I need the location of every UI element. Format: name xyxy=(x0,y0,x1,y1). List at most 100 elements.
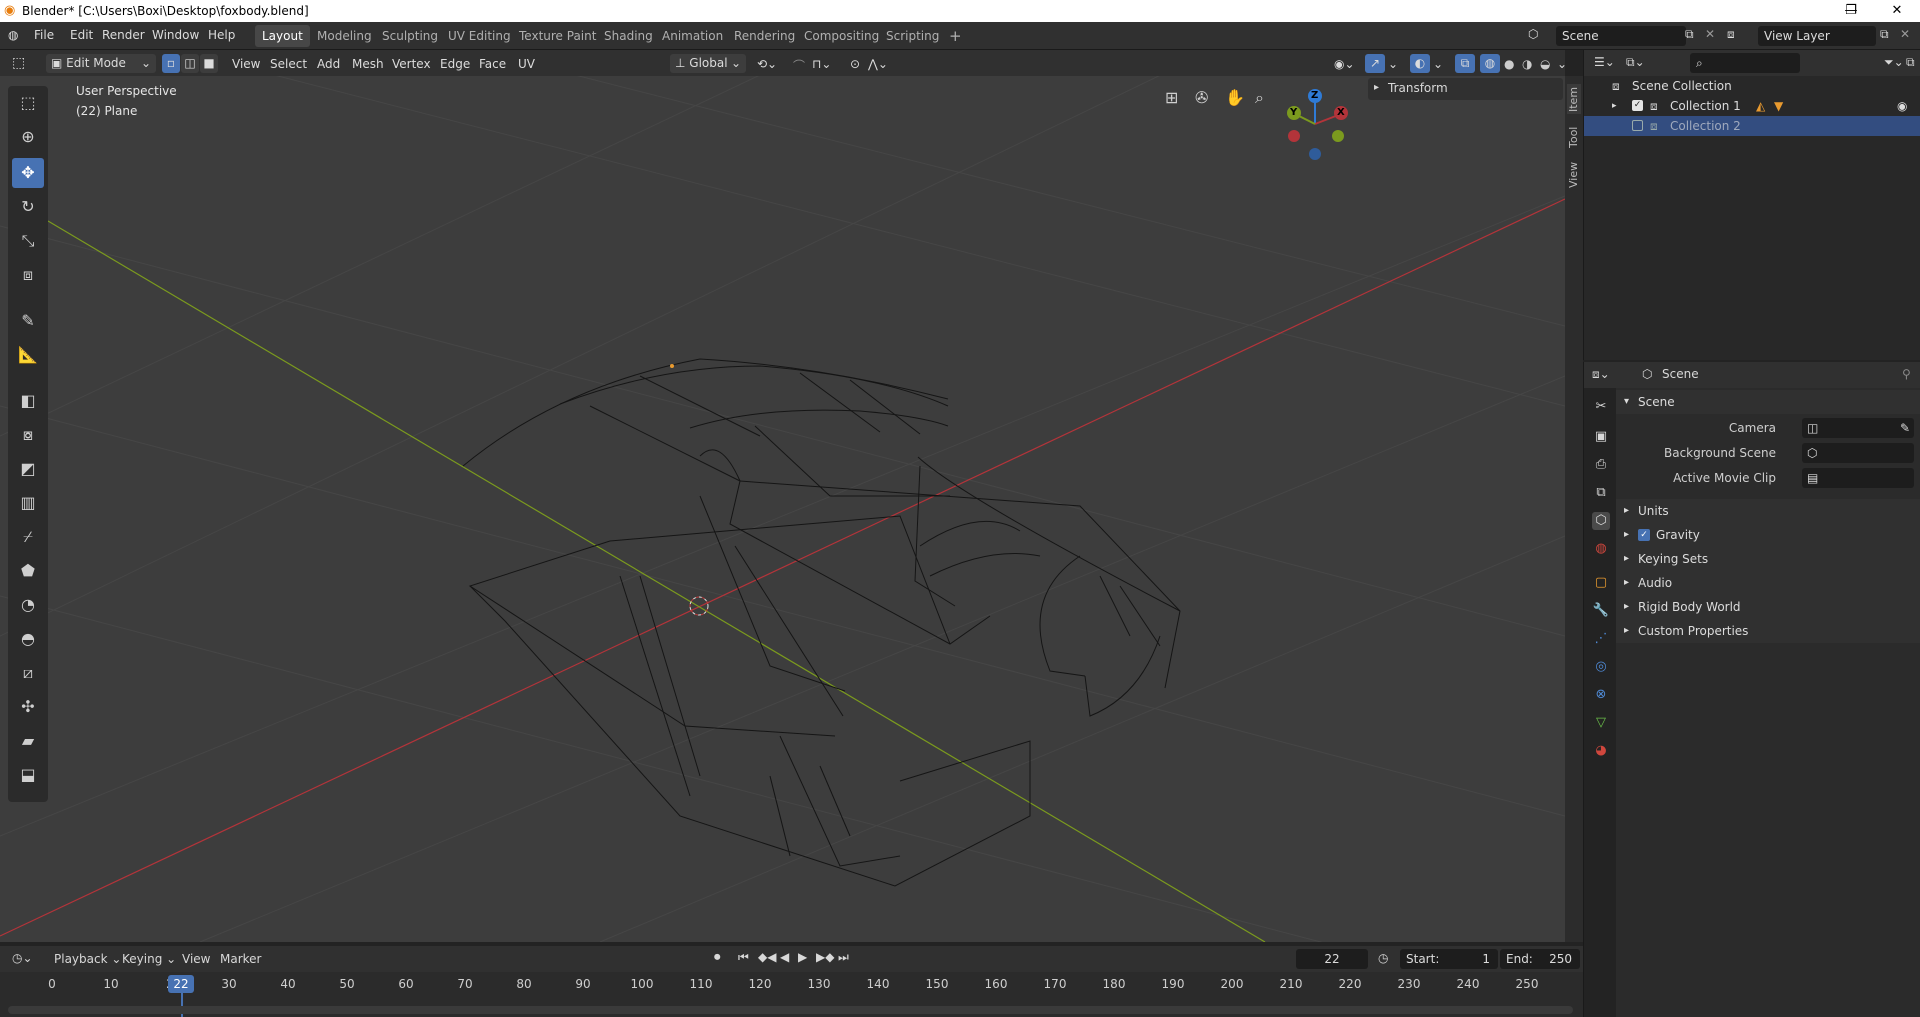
tab-animation[interactable]: Animation xyxy=(655,25,730,47)
tab-layout[interactable]: Layout xyxy=(255,25,310,47)
transform-tool-icon[interactable]: ⧈ xyxy=(12,260,44,290)
rip-region-tool-icon[interactable]: ⬓ xyxy=(12,760,44,790)
render-tab-icon[interactable]: ▣ xyxy=(1592,428,1610,446)
extrude-tool-icon[interactable]: ◧ xyxy=(12,386,44,416)
shear-tool-icon[interactable]: ▰ xyxy=(12,726,44,756)
preview-range-icon[interactable]: ◷ xyxy=(1378,951,1388,965)
menu-render[interactable]: Render xyxy=(102,28,145,42)
3d-viewport[interactable]: User Perspective (22) Plane ⊞ ✇ ✋ ⌕ Z X … xyxy=(0,76,1565,942)
outliner-search-input[interactable]: ⌕ xyxy=(1690,53,1800,73)
play-reverse-icon[interactable]: ◀ xyxy=(780,950,789,964)
jump-keyframe-back-icon[interactable]: ◆◀ xyxy=(758,950,776,964)
menu-marker[interactable]: Marker xyxy=(220,952,261,966)
bevel-tool-icon[interactable]: ◩ xyxy=(12,454,44,484)
annotate-tool-icon[interactable]: ✎ xyxy=(12,306,44,336)
cursor-tool-icon[interactable]: ⊕ xyxy=(12,122,44,152)
menu-window[interactable]: Window xyxy=(152,28,199,42)
tab-modeling[interactable]: Modeling xyxy=(310,25,379,47)
close-button[interactable]: ✕ xyxy=(1874,0,1920,22)
poly-build-tool-icon[interactable]: ⬟ xyxy=(12,556,44,586)
tab-texture-paint[interactable]: Texture Paint xyxy=(512,25,603,47)
vertex-select-button[interactable]: ▫ xyxy=(162,54,180,73)
loop-cut-tool-icon[interactable]: ▥ xyxy=(12,488,44,518)
units-panel[interactable]: ▸ Units xyxy=(1616,499,1920,523)
physics-tab-icon[interactable]: ◎ xyxy=(1592,658,1610,676)
display-mode-icon[interactable]: ⧉⌄ xyxy=(1626,55,1645,70)
face-select-button[interactable]: ■ xyxy=(200,54,218,73)
end-frame-field[interactable]: End: 250 xyxy=(1500,949,1580,969)
active-movie-clip-field[interactable]: ▤ xyxy=(1802,468,1914,488)
shading-rendered-icon[interactable]: ◒ xyxy=(1540,57,1550,71)
outliner-row-scene-collection[interactable]: ⧈ Scene Collection xyxy=(1584,76,1920,96)
scene-name-field[interactable]: Scene xyxy=(1556,26,1686,46)
start-frame-field[interactable]: Start: 1 xyxy=(1400,949,1498,969)
shrink-fatten-tool-icon[interactable]: ✣ xyxy=(12,692,44,722)
menu-file[interactable]: File xyxy=(34,28,54,42)
camera-field[interactable]: ◫ ✎ xyxy=(1802,418,1914,438)
data-tab-icon[interactable]: ▽ xyxy=(1592,714,1610,732)
shading-solid-icon[interactable]: ● xyxy=(1504,57,1514,71)
scale-tool-icon[interactable]: ⤡ xyxy=(12,226,44,256)
zoom-view-icon[interactable]: ⌕ xyxy=(1255,88,1264,108)
measure-tool-icon[interactable]: 📐 xyxy=(12,340,44,370)
collection-1-checkbox[interactable]: ✓ xyxy=(1632,100,1643,111)
proportional-edit-icon[interactable]: ⊙ xyxy=(850,57,860,71)
blender-menu-icon[interactable]: ◍ xyxy=(8,28,18,42)
visibility-eye-icon[interactable]: ◉ xyxy=(1897,96,1907,116)
scene-selector-icon[interactable]: ⬡ xyxy=(1528,27,1538,41)
view-layer-field[interactable]: View Layer xyxy=(1758,26,1876,46)
edge-select-button[interactable]: ◫ xyxy=(181,54,199,73)
select-box-tool-icon[interactable]: ⬚ xyxy=(12,88,44,118)
tab-compositing[interactable]: Compositing xyxy=(797,25,886,47)
move-tool-icon[interactable]: ✥ xyxy=(12,158,44,188)
particles-tab-icon[interactable]: ⋰ xyxy=(1592,630,1610,648)
jump-start-icon[interactable]: ⏮ xyxy=(738,950,749,965)
menu-view[interactable]: View xyxy=(232,57,260,71)
collection-2-checkbox[interactable] xyxy=(1632,120,1643,131)
pan-view-hand-icon[interactable]: ✋ xyxy=(1225,88,1245,107)
gizmo-dropdown-icon[interactable]: ⌄ xyxy=(1388,57,1398,71)
overlays-toggle-button[interactable]: ◐ xyxy=(1410,54,1430,73)
transform-orientation-select[interactable]: ⊥ Global ⌄ xyxy=(670,54,746,73)
jump-keyframe-forward-icon[interactable]: ▶◆ xyxy=(816,950,834,964)
keying-sets-panel[interactable]: ▸ Keying Sets xyxy=(1616,547,1920,571)
menu-keying[interactable]: Keying ⌄ xyxy=(122,952,176,966)
knife-tool-icon[interactable]: ⌿ xyxy=(12,522,44,552)
audio-panel[interactable]: ▸ Audio xyxy=(1616,571,1920,595)
tab-uv-editing[interactable]: UV Editing xyxy=(441,25,518,47)
edge-slide-tool-icon[interactable]: ⧄ xyxy=(12,658,44,688)
menu-select[interactable]: Select xyxy=(270,57,307,71)
snap-target-icon[interactable]: ⊓⌄ xyxy=(812,57,831,71)
gravity-checkbox[interactable]: ✓ xyxy=(1638,529,1650,541)
menu-add[interactable]: Add xyxy=(317,57,340,71)
menu-help[interactable]: Help xyxy=(208,28,235,42)
outliner-row-collection-2[interactable]: ⧈ Collection 2 xyxy=(1584,116,1920,136)
shading-dropdown-icon[interactable]: ⌄ xyxy=(1557,57,1567,71)
tab-scripting[interactable]: Scripting xyxy=(879,25,946,47)
xray-toggle-button[interactable]: ⧉ xyxy=(1455,54,1475,73)
scene-panel-header[interactable]: ▾ Scene xyxy=(1616,390,1920,414)
rigid-body-world-panel[interactable]: ▸ Rigid Body World xyxy=(1616,595,1920,619)
custom-properties-panel[interactable]: ▸ Custom Properties xyxy=(1616,619,1920,643)
view-layer-icon[interactable]: ⧈ xyxy=(1727,27,1735,42)
remove-view-layer-icon[interactable]: ✕ xyxy=(1900,27,1910,41)
menu-uv[interactable]: UV xyxy=(518,57,535,71)
proportional-falloff-icon[interactable]: ⋀⌄ xyxy=(868,57,888,71)
tool-tab-icon[interactable]: ✂ xyxy=(1592,398,1610,416)
tab-rendering[interactable]: Rendering xyxy=(727,25,802,47)
view-layer-tab-icon[interactable]: ⧉ xyxy=(1592,484,1610,502)
toggle-camera-grid-icon[interactable]: ⊞ xyxy=(1165,88,1178,107)
eyedropper-icon[interactable]: ✎ xyxy=(1900,416,1910,440)
new-view-layer-icon[interactable]: ⧉ xyxy=(1880,27,1889,42)
current-frame-field[interactable]: 22 xyxy=(1296,949,1368,969)
timeline-scrollbar[interactable] xyxy=(8,1006,1573,1014)
smooth-tool-icon[interactable]: ◓ xyxy=(12,624,44,654)
output-tab-icon[interactable]: ⎙ xyxy=(1592,456,1610,474)
filter-icon[interactable]: ⏷⌄ xyxy=(1884,55,1904,70)
inset-faces-tool-icon[interactable]: ⧇ xyxy=(12,420,44,450)
tab-tool[interactable]: Tool xyxy=(1567,122,1581,152)
editor-type-icon[interactable]: ☰⌄ xyxy=(1594,55,1615,69)
menu-view[interactable]: View xyxy=(182,952,210,966)
jump-end-icon[interactable]: ⏭ xyxy=(838,950,849,965)
material-tab-icon[interactable]: ◕ xyxy=(1592,742,1610,760)
